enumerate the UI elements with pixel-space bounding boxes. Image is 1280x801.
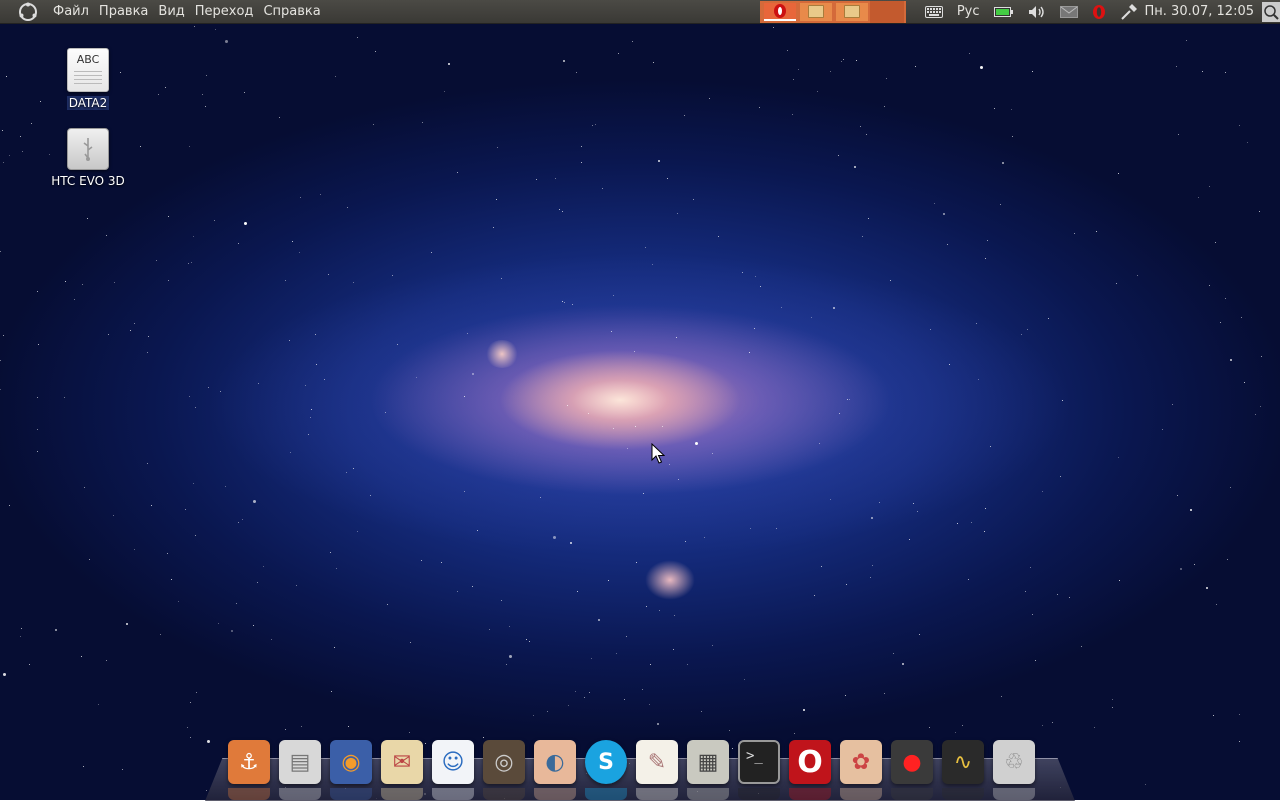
terminal-icon[interactable]: >_ [738, 740, 780, 784]
menu-edit[interactable]: Правка [94, 0, 153, 24]
opera-tray-icon[interactable] [1092, 0, 1106, 24]
dock-item-reflection [942, 788, 984, 800]
system-monitor-icon[interactable]: ∿ [942, 740, 984, 784]
hal-red-eye-icon[interactable]: ● [891, 740, 933, 784]
mail-envelope-icon[interactable] [1059, 0, 1078, 24]
menu-view[interactable]: Вид [153, 0, 189, 24]
mouse-cursor-icon [651, 443, 665, 464]
battery-icon[interactable] [993, 0, 1014, 24]
dock-item-reflection [891, 788, 933, 800]
eye-icon[interactable]: ◐ [534, 740, 576, 784]
volume-icon[interactable] [1028, 0, 1046, 24]
dock-item-reflection [228, 788, 270, 800]
dock-item-reflection [840, 788, 882, 800]
dock-item-reflection [432, 788, 474, 800]
window-folder-2[interactable] [835, 2, 868, 21]
network-icon[interactable] [1120, 0, 1138, 24]
clock[interactable]: Пн. 30.07, 12:05 [1145, 4, 1254, 19]
opera-icon [773, 3, 786, 18]
file-cabinet-icon[interactable]: ▤ [279, 740, 321, 784]
window-opera[interactable] [763, 2, 796, 21]
usb-drive-icon [67, 128, 109, 170]
dock-item-reflection [687, 788, 729, 800]
desktop-icon-label: DATA2 [66, 96, 110, 110]
firefox-icon[interactable]: ◉ [330, 740, 372, 784]
dock-item-reflection [993, 788, 1035, 800]
opera-icon[interactable]: O [789, 740, 831, 784]
search-icon[interactable] [1262, 0, 1280, 24]
top-panel: Файл Правка Вид Переход Справка Рус Пн. … [0, 0, 1280, 24]
dock-reflection [228, 788, 1035, 800]
window-folder-1[interactable] [799, 2, 832, 21]
window-list-empty-slot[interactable] [869, 0, 904, 23]
dock-item-reflection [738, 788, 780, 800]
skype-icon[interactable]: S [585, 740, 627, 784]
document-preview-text: ABC [76, 53, 100, 66]
menu-help[interactable]: Справка [258, 0, 325, 24]
keyboard-icon[interactable] [924, 0, 943, 24]
desktop-wallpaper [0, 0, 1280, 800]
dock-item-reflection [330, 788, 372, 800]
ubuntu-logo-icon[interactable] [16, 0, 40, 24]
document-icon: ABC [67, 48, 109, 92]
anchor-icon[interactable]: ⚓ [228, 740, 270, 784]
chat-icon[interactable]: ☺ [432, 740, 474, 784]
dock-item-reflection [483, 788, 525, 800]
window-list [759, 0, 906, 23]
folder-icon [843, 5, 860, 18]
trash-icon[interactable]: ♲ [993, 740, 1035, 784]
folder-icon [807, 5, 824, 18]
menu-go[interactable]: Переход [190, 0, 259, 24]
calculator-icon[interactable]: ▦ [687, 740, 729, 784]
dock-item-reflection [636, 788, 678, 800]
desktop-icon-data2[interactable]: ABC DATA2 [43, 48, 133, 110]
mail-icon[interactable]: ✉ [381, 740, 423, 784]
speaker-icon[interactable]: ◎ [483, 740, 525, 784]
keyboard-layout-indicator[interactable]: Рус [957, 0, 980, 24]
desktop-icon-htc-evo-3d[interactable]: HTC EVO 3D [43, 128, 133, 188]
paint-icon[interactable]: ✿ [840, 740, 882, 784]
dock-item-reflection [534, 788, 576, 800]
satellite-galaxy-top [485, 340, 519, 368]
dock-item-reflection [585, 788, 627, 800]
satellite-galaxy-bottom [645, 560, 695, 600]
dock-item-reflection [279, 788, 321, 800]
dock: ⚓ ▤ ◉ ✉ ☺ ◎ ◐ S ✎ ▦ >_ O ✿ ● ∿ ♲ [228, 740, 1035, 784]
desktop-icon-label: HTC EVO 3D [51, 174, 125, 188]
dock-item-reflection [381, 788, 423, 800]
text-editor-icon[interactable]: ✎ [636, 740, 678, 784]
menu-file[interactable]: Файл [48, 0, 94, 24]
dock-item-reflection [789, 788, 831, 800]
